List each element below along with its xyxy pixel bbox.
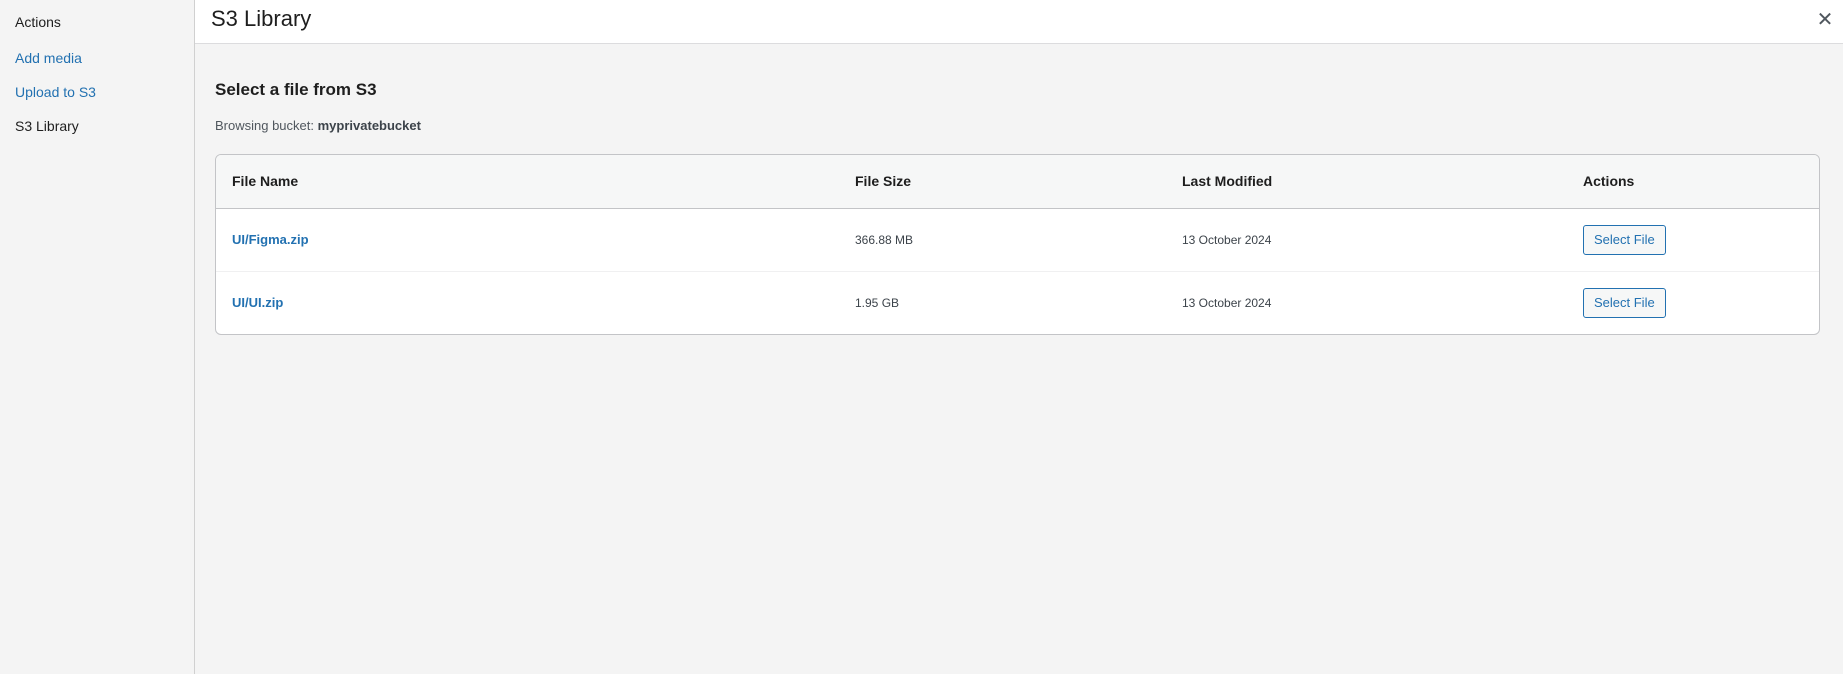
sidebar-item-add-media[interactable]: Add media [15,50,82,66]
column-header-actions: Actions [1583,173,1635,190]
table-header-row: File Name File Size Last Modified Action… [216,155,1819,208]
file-name-cell: UI/Figma.zip [216,208,839,271]
actions-cell: Select File [1567,271,1819,334]
file-name-link[interactable]: UI/UI.zip [232,295,283,310]
close-icon: ✕ [1816,7,1834,31]
last-modified-cell: 13 October 2024 [1182,232,1272,247]
modal-header: S3 Library ✕ [195,0,1843,44]
table-row: UI/UI.zip 1.95 GB 13 October 2024 Select… [216,271,1819,334]
bucket-label: Browsing bucket: [215,118,314,133]
select-file-button[interactable]: Select File [1583,287,1666,318]
table-row: UI/Figma.zip 366.88 MB 13 October 2024 S… [216,208,1819,271]
bucket-name: myprivatebucket [317,118,421,133]
files-table: File Name File Size Last Modified Action… [216,155,1819,334]
page-title: S3 Library [211,6,312,31]
last-modified-cell: 13 October 2024 [1182,295,1272,310]
column-header-file-size: File Size [855,173,912,190]
sidebar-item-s3-library[interactable]: S3 Library [15,118,79,134]
actions-cell: Select File [1567,208,1819,271]
s3-library-app: Actions Add media Upload to S3 S3 Librar… [0,0,1843,674]
column-header-last-modified: Last Modified [1182,173,1273,190]
file-name-link[interactable]: UI/Figma.zip [232,232,309,247]
file-size-cell: 1.95 GB [855,295,900,310]
files-table-container: File Name File Size Last Modified Action… [215,154,1820,335]
bucket-info: Browsing bucket: myprivatebucket [215,118,421,133]
close-button[interactable]: ✕ [1807,0,1843,38]
sidebar: Actions Add media Upload to S3 S3 Librar… [0,0,195,674]
sidebar-item-upload-to-s3[interactable]: Upload to S3 [15,84,96,100]
section-title: Select a file from S3 [215,80,377,99]
select-file-button[interactable]: Select File [1583,224,1666,255]
file-name-cell: UI/UI.zip [216,271,839,334]
sidebar-heading: Actions [15,14,61,30]
column-header-file-name: File Name [232,173,299,190]
file-size-cell: 366.88 MB [855,232,914,247]
main-content: Select a file from S3 Browsing bucket: m… [195,44,1843,674]
